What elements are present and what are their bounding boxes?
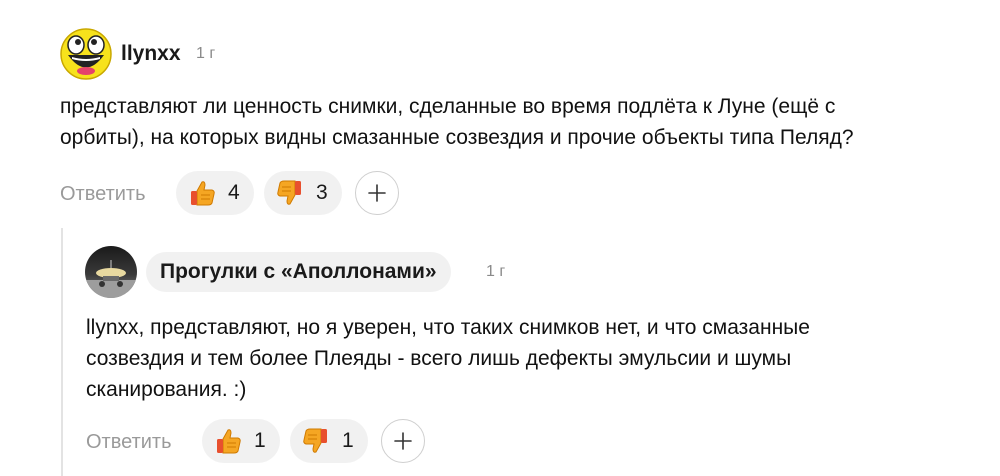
add-reaction-button[interactable] [381, 419, 425, 463]
dislike-count: 1 [342, 429, 354, 452]
user-avatar[interactable] [60, 28, 112, 80]
plus-icon [394, 432, 412, 450]
dislike-button[interactable]: 1 [290, 419, 368, 463]
reply-text-line: созвездия и тем более Плеяды - всего лиш… [86, 347, 792, 370]
reply-button[interactable]: Ответить [86, 431, 172, 454]
reply-text-line: сканирования. :) [86, 378, 247, 401]
reply-author[interactable]: Прогулки с «Аполлонами» [146, 252, 451, 292]
comment-author[interactable]: llynxx [121, 42, 181, 66]
comment-text-line: орбиты), на которых видны смазанные созв… [60, 126, 854, 149]
reply-time: 1 г [486, 263, 506, 280]
like-button[interactable]: 1 [202, 419, 280, 463]
reply-body: llynxx, представляют, но я уверен, что т… [86, 312, 810, 405]
dislike-button[interactable]: 3 [264, 171, 342, 215]
like-count: 4 [228, 181, 240, 204]
comment-time: 1 г [196, 45, 216, 62]
reply-button[interactable]: Ответить [60, 183, 146, 206]
thumbs-up-icon [217, 429, 241, 454]
plus-icon [368, 184, 386, 202]
thread-line [61, 228, 63, 476]
awesome-face-icon [60, 28, 112, 80]
dislike-count: 3 [316, 181, 328, 204]
like-count: 1 [254, 429, 266, 452]
thumbs-up-icon [191, 181, 215, 206]
lunar-rover-icon [85, 246, 137, 298]
like-button[interactable]: 4 [176, 171, 254, 215]
thumbs-down-icon [277, 180, 301, 205]
add-reaction-button[interactable] [355, 171, 399, 215]
comment-text-line: представляют ли ценность снимки, сделанн… [60, 95, 836, 118]
thumbs-down-icon [303, 428, 327, 453]
reply-avatar[interactable] [85, 246, 137, 298]
comment-body: представляют ли ценность снимки, сделанн… [60, 91, 854, 153]
reply-text-line: llynxx, представляют, но я уверен, что т… [86, 316, 810, 339]
